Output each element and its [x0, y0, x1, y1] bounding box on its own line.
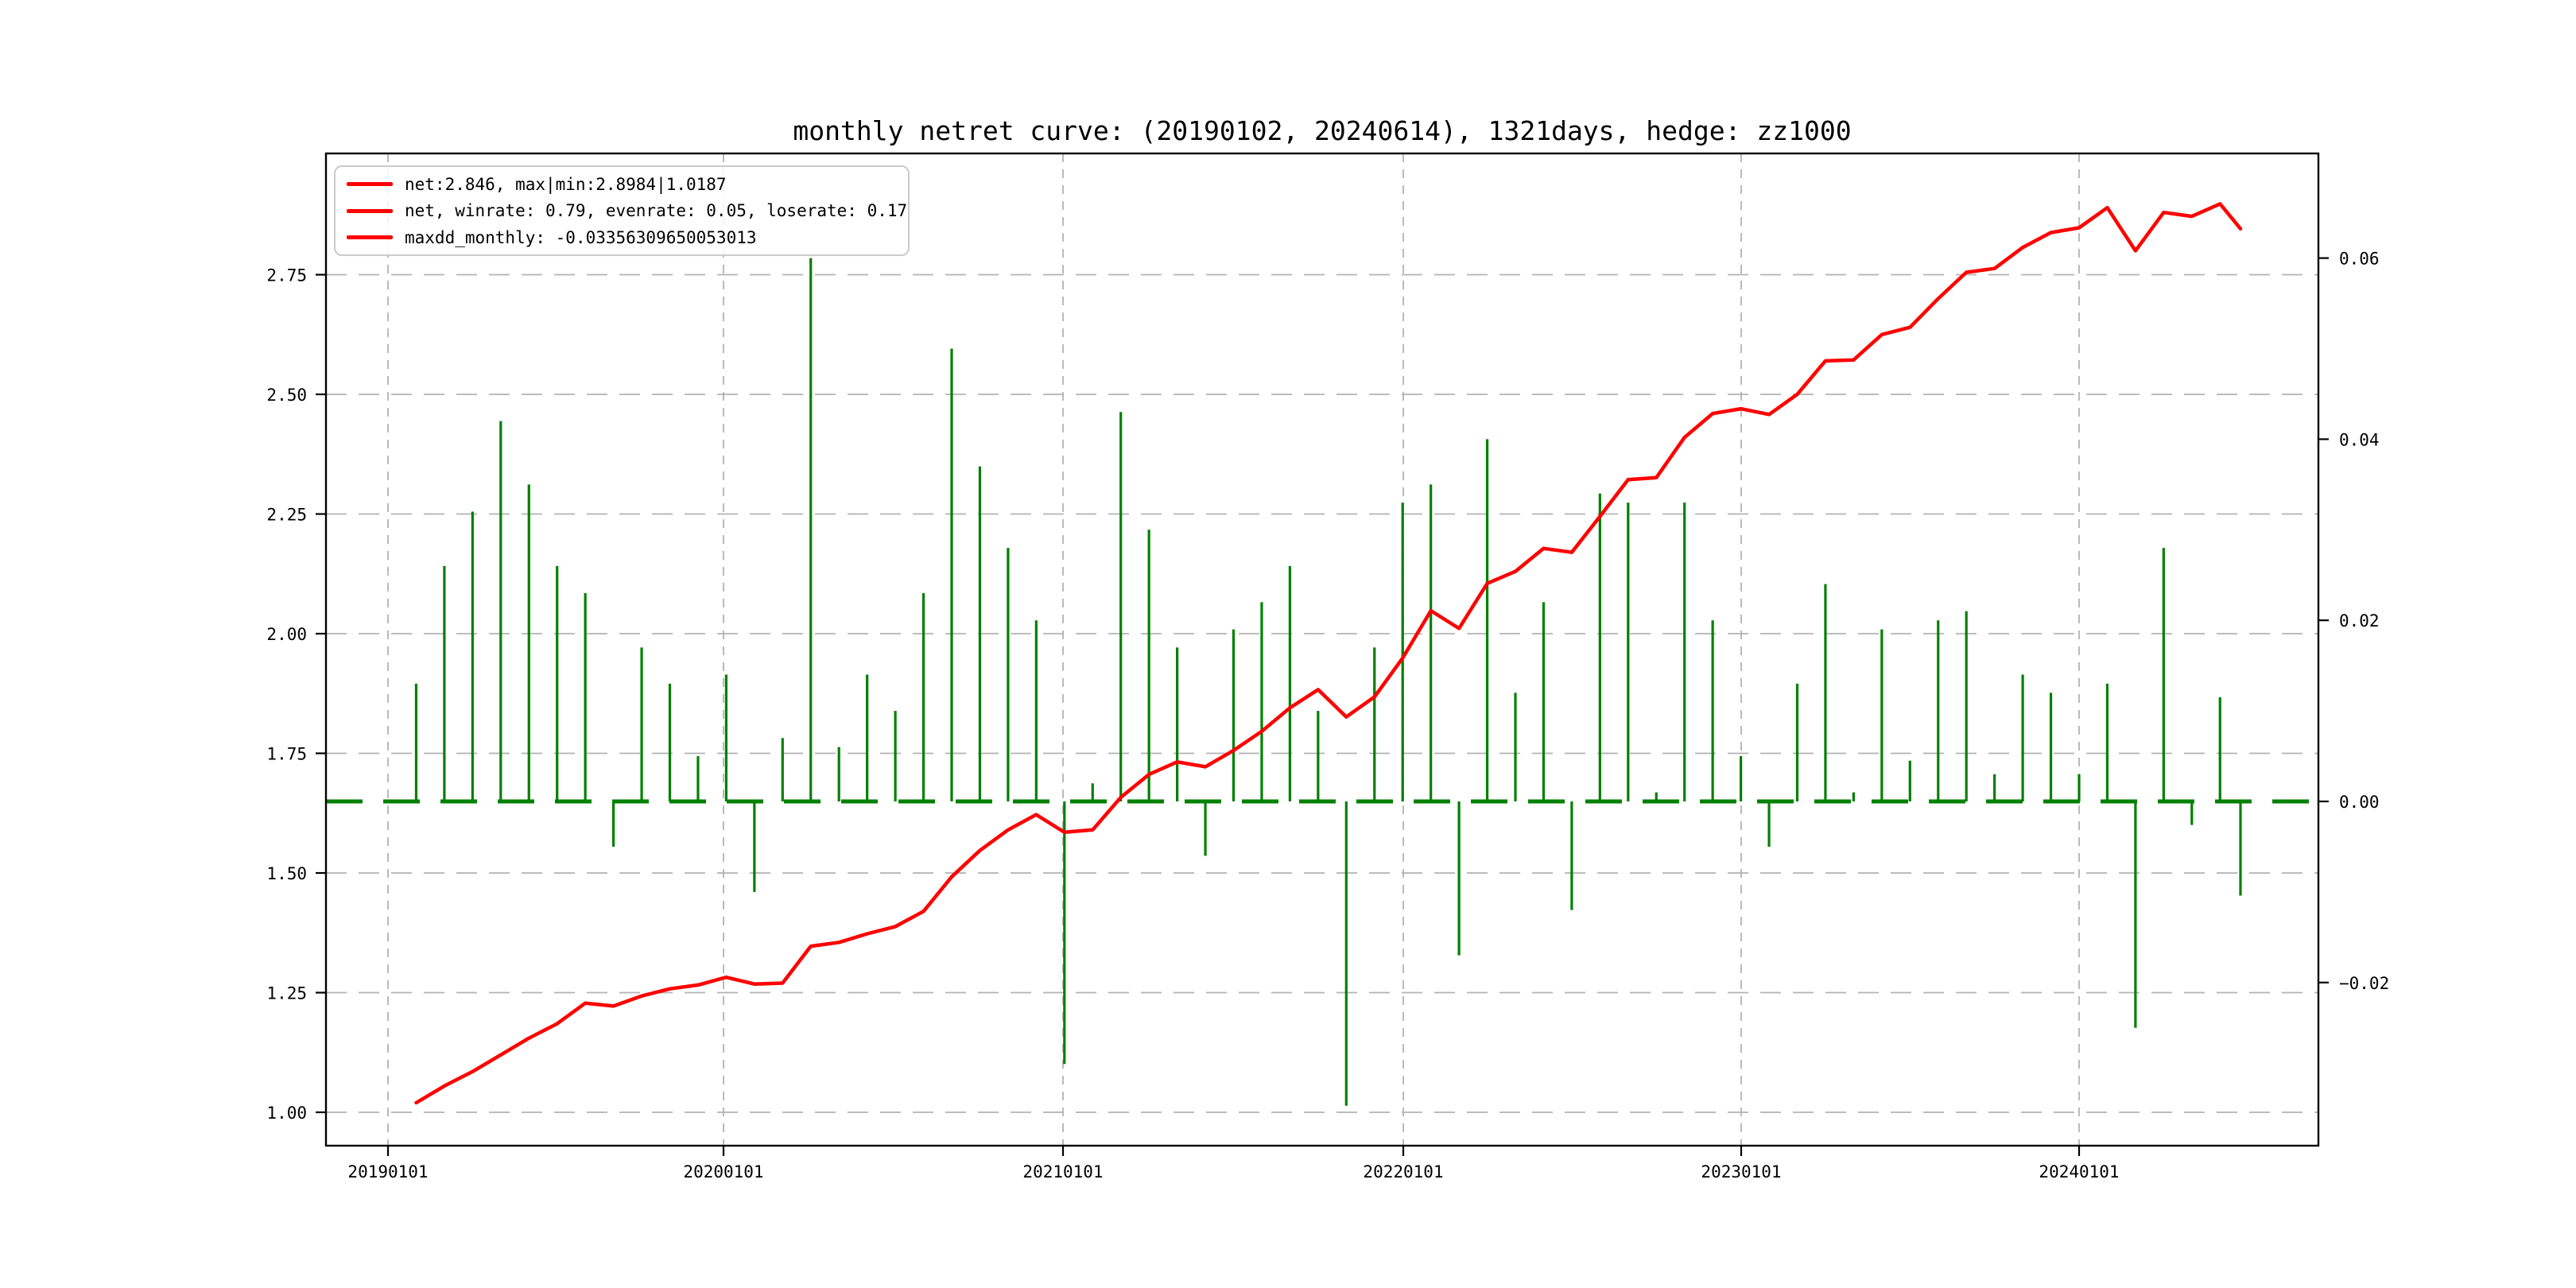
legend: net:2.846, max|min:2.8984|1.0187 net, wi…	[334, 165, 910, 256]
right-tick-label: 0.02	[2339, 611, 2380, 630]
x-tick-label: 20230101	[1701, 1162, 1781, 1181]
x-tick-label: 20200101	[683, 1162, 763, 1181]
left-tick-label: 1.00	[266, 1104, 307, 1123]
chart-title: monthly netret curve: (20190102, 2024061…	[793, 115, 1851, 146]
left-tick-label: 2.50	[266, 386, 307, 405]
legend-label: net:2.846, max|min:2.8984|1.0187	[405, 174, 727, 194]
legend-label: maxdd_monthly: -0.03356309650053013	[405, 227, 757, 247]
x-tick-label: 20210101	[1022, 1162, 1103, 1181]
figure: 2.75 2.50 2.25 2.00 1.75 1.50 1.25 1.00 0.06 0.04…	[0, 0, 2576, 1288]
plot-border	[324, 152, 2320, 1147]
left-tick-label: 2.25	[266, 506, 307, 525]
left-tick-label: 2.00	[266, 625, 307, 644]
red-line-swatch-icon	[347, 208, 393, 213]
left-tick-label: 1.50	[266, 864, 307, 883]
legend-item: net, winrate: 0.79, evenrate: 0.05, lose…	[347, 201, 908, 220]
right-tick-label: 0.04	[2339, 430, 2380, 449]
red-line-swatch-icon	[347, 182, 393, 186]
legend-item: maxdd_monthly: -0.03356309650053013	[347, 228, 908, 247]
return-bars	[414, 258, 2242, 1106]
left-tick-label: 1.25	[266, 984, 307, 1003]
red-line-swatch-icon	[347, 235, 393, 239]
right-tick-label: 0.06	[2339, 250, 2380, 269]
left-tick-label: 2.75	[266, 266, 307, 285]
x-tick-label: 20240101	[2039, 1162, 2119, 1181]
x-tick-label: 20190101	[347, 1162, 428, 1181]
right-tick-label: 0.00	[2339, 793, 2380, 812]
right-tick-label: −0.02	[2339, 974, 2389, 993]
x-tick-label: 20220101	[1363, 1162, 1443, 1181]
grid-layer	[326, 153, 2318, 1146]
legend-label: net, winrate: 0.79, evenrate: 0.05, lose…	[405, 201, 908, 220]
left-tick-label: 1.75	[266, 745, 307, 764]
legend-item: net:2.846, max|min:2.8984|1.0187	[347, 175, 908, 194]
